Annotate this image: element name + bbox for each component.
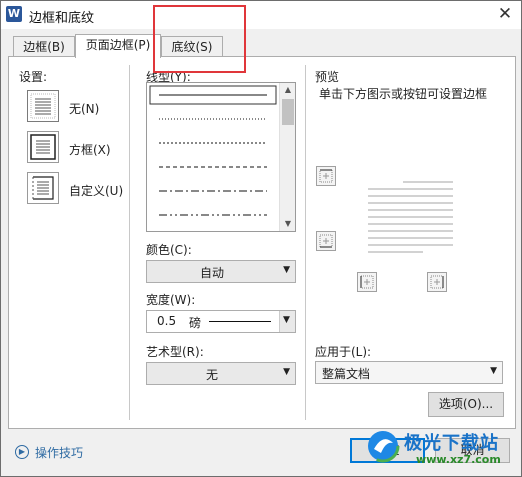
line-style-list[interactable]: ▲ ▼	[146, 82, 296, 232]
setting-none-label: 无(N)	[69, 102, 100, 116]
preview-page	[368, 181, 453, 253]
width-value: 0.5	[157, 314, 177, 328]
highlight-box	[153, 5, 246, 73]
setting-custom[interactable]: 自定义(U)	[19, 172, 129, 208]
right-border-button[interactable]	[427, 272, 447, 292]
setting-custom-label: 自定义(U)	[69, 184, 124, 198]
watermark-url: www.xz7.com	[416, 453, 501, 466]
color-select[interactable]: 自动 ▼	[146, 260, 296, 283]
tips-link[interactable]: 操作技巧	[35, 444, 83, 461]
chevron-down-icon: ▼	[490, 366, 497, 376]
apply-to-select[interactable]: 整篇文档 ▼	[315, 361, 503, 384]
line-style-options	[149, 85, 277, 216]
box-border-icon	[27, 131, 59, 163]
width-preview-line	[209, 321, 271, 322]
color-label: 颜色(C):	[146, 243, 192, 257]
left-border-button[interactable]	[357, 272, 377, 292]
color-value: 自动	[199, 266, 224, 280]
top-border-icon	[319, 169, 333, 183]
scroll-up-icon[interactable]: ▲	[280, 83, 296, 97]
width-select[interactable]: 0.5 磅 ▼	[146, 310, 296, 333]
preview-hint: 单击下方图示或按钮可设置边框	[319, 87, 488, 101]
play-circle-icon[interactable]: ▶	[15, 445, 29, 459]
tab-borders[interactable]: 边框(B)	[13, 36, 75, 58]
dialog-title: 边框和底纹	[29, 11, 95, 26]
chevron-down-icon: ▼	[283, 315, 290, 325]
close-icon[interactable]: ✕	[493, 3, 517, 25]
right-border-icon	[430, 275, 444, 289]
art-label: 艺术型(R):	[146, 345, 204, 359]
custom-border-icon	[27, 172, 59, 204]
bottom-border-icon	[319, 234, 333, 248]
no-border-icon	[27, 90, 59, 122]
art-value: 无	[205, 368, 218, 382]
setting-box-label: 方框(X)	[69, 143, 111, 157]
watermark-brand: 极光下载站	[404, 433, 499, 454]
divider-right	[305, 65, 306, 420]
setting-none[interactable]: 无(N)	[19, 90, 129, 126]
scroll-thumb[interactable]	[282, 99, 294, 125]
left-border-icon	[360, 275, 374, 289]
width-label: 宽度(W):	[146, 293, 196, 307]
art-select[interactable]: 无 ▼	[146, 362, 296, 385]
bottom-border-button[interactable]	[316, 231, 336, 251]
tab-page-border[interactable]: 页面边框(P)	[75, 34, 161, 58]
page-border-panel: 设置: 无(N) 方框(X) 自定义(U) 线型(Y): ▲ ▼ 颜色(C): …	[8, 56, 516, 429]
borders-shading-dialog: W 边框和底纹 ✕ 边框(B) 页面边框(P) 底纹(S) 设置: 无(N) 方…	[0, 0, 522, 477]
scroll-down-icon[interactable]: ▼	[280, 217, 296, 231]
top-border-button[interactable]	[316, 166, 336, 186]
apply-to-value: 整篇文档	[322, 367, 371, 381]
divider-left	[129, 65, 130, 420]
preview-heading: 预览	[315, 70, 340, 84]
apply-to-label: 应用于(L):	[315, 345, 372, 359]
chevron-down-icon: ▼	[283, 265, 290, 275]
line-style-scrollbar[interactable]: ▲ ▼	[279, 83, 295, 231]
chevron-down-icon: ▼	[283, 367, 290, 377]
watermark: 极光下载站 www.xz7.com	[366, 427, 516, 475]
wps-writer-logo-icon: W	[6, 6, 22, 22]
setting-box[interactable]: 方框(X)	[19, 131, 129, 167]
width-unit: 磅	[189, 316, 202, 330]
settings-heading: 设置:	[19, 70, 48, 84]
width-select-button: ▼	[279, 311, 295, 332]
options-button[interactable]: 选项(O)...	[428, 392, 504, 417]
watermark-logo	[366, 429, 400, 463]
title-bar: W 边框和底纹 ✕	[1, 1, 521, 29]
